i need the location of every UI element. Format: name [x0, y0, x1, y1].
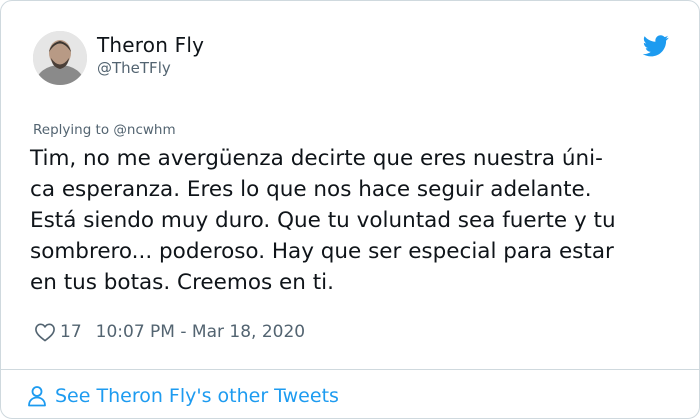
twitter-bird-icon[interactable]: [643, 35, 669, 57]
card-divider: [1, 369, 699, 370]
author-avatar[interactable]: [33, 31, 87, 85]
reply-mention-link[interactable]: @ncwhm: [113, 122, 175, 138]
like-count[interactable]: 17: [60, 322, 82, 342]
reply-prefix: Replying to: [33, 122, 114, 138]
tweet-text-line: Está siendo muy duro. Que tu voluntad se…: [30, 208, 616, 233]
tweet-text-line: sombrero... poderoso. Hay que ser especi…: [30, 239, 614, 264]
tweet-text: Tim, no me avergüenza decirte que eres n…: [30, 143, 690, 298]
heart-icon[interactable]: [34, 322, 56, 342]
reply-context: Replying to @ncwhm: [33, 122, 176, 138]
see-other-tweets-link[interactable]: See Theron Fly's other Tweets: [27, 383, 339, 409]
tweet-timestamp[interactable]: 10:07 PM - Mar 18, 2020: [96, 322, 305, 342]
tweet-text-line: ca esperanza. Eres lo que nos hace segui…: [30, 177, 592, 202]
author-handle[interactable]: @TheTFly: [97, 59, 171, 77]
person-icon: [28, 386, 46, 407]
author-name[interactable]: Theron Fly: [97, 33, 204, 57]
avatar-photo: [33, 31, 87, 85]
tweet-text-line: Tim, no me avergüenza decirte que eres n…: [30, 146, 603, 171]
see-other-tweets-label: See Theron Fly's other Tweets: [55, 385, 339, 407]
tweet-card: Theron Fly @TheTFly Replying to @ncwhm T…: [0, 0, 700, 419]
tweet-meta: 17 10:07 PM - Mar 18, 2020: [34, 320, 305, 344]
tweet-text-line: en tus botas. Creemos en ti.: [30, 270, 334, 295]
